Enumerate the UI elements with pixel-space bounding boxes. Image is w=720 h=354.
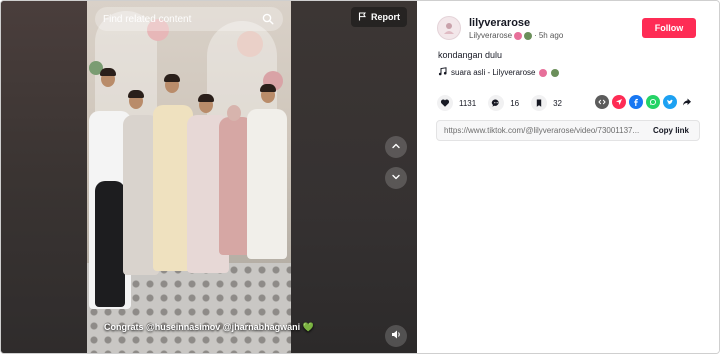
save-button[interactable]: 32	[531, 95, 562, 111]
flag-icon	[358, 12, 367, 23]
person-hair	[164, 74, 180, 82]
person-white-kurta	[247, 109, 287, 259]
video-link-box: https://www.tiktok.com/@lilyverarose/vid…	[436, 120, 700, 141]
person-hair	[260, 84, 276, 92]
music-note-icon	[438, 67, 447, 78]
person-emoji-icon	[524, 31, 533, 40]
previous-video-button[interactable]	[385, 136, 407, 158]
share-arrow-icon[interactable]	[680, 95, 694, 109]
like-count: 1131	[459, 98, 477, 108]
comment-icon[interactable]	[488, 95, 505, 111]
video-player[interactable]: Find related content Report Congrats @hu…	[1, 1, 417, 353]
video-url[interactable]: https://www.tiktok.com/@lilyverarose/vid…	[437, 126, 643, 135]
display-name: Lilyverarose	[469, 31, 513, 40]
person-hair	[198, 94, 214, 102]
send-icon[interactable]	[612, 95, 626, 109]
heart-icon[interactable]	[437, 95, 453, 111]
window-frame: Find related content Report Congrats @hu…	[0, 0, 720, 354]
flower-emoji-icon	[514, 31, 523, 40]
like-button[interactable]: 1131	[437, 95, 476, 111]
post-description: kondangan dulu	[438, 50, 503, 60]
twitter-icon[interactable]	[663, 95, 677, 109]
green-heart-emoji: 💚	[302, 322, 314, 332]
separator-dot: ·	[534, 31, 537, 40]
comment-count: 16	[510, 98, 520, 108]
person-emoji-icon	[551, 68, 560, 77]
person-head	[227, 105, 241, 121]
engagement-actions: 1131 16 32	[437, 95, 574, 111]
chevron-down-icon	[391, 169, 401, 187]
person-dark-trousers	[95, 181, 125, 307]
avatar[interactable]	[437, 16, 461, 40]
volume-button[interactable]	[385, 325, 407, 347]
post-time: 5h ago	[538, 31, 564, 40]
report-label: Report	[371, 12, 400, 22]
embed-icon[interactable]	[595, 95, 609, 109]
follow-button[interactable]: Follow	[642, 18, 696, 38]
flower-emoji-icon	[539, 68, 548, 77]
next-video-button[interactable]	[385, 167, 407, 189]
share-options	[595, 95, 694, 109]
caption-text: Congrats @huseinnasimov @jharnabhagwani	[104, 322, 301, 332]
report-button[interactable]: Report	[351, 7, 407, 27]
whatsapp-icon[interactable]	[646, 95, 660, 109]
person-hair	[100, 68, 116, 76]
speaker-icon	[391, 327, 402, 345]
music-title[interactable]: suara asli - Lilyverarose	[451, 68, 535, 77]
blurred-background-left	[1, 1, 87, 353]
person-hair	[128, 90, 144, 98]
author-subline: Lilyverarose · 5h ago	[469, 31, 563, 40]
chevron-up-icon	[391, 138, 401, 156]
flower-decoration	[237, 31, 263, 57]
bookmark-icon[interactable]	[531, 95, 548, 111]
copy-link-button[interactable]: Copy link	[643, 121, 699, 140]
video-frame[interactable]	[87, 1, 291, 353]
video-details-panel: lilyverarose Lilyverarose · 5h ago Follo…	[417, 1, 719, 353]
search-related-bar[interactable]: Find related content	[95, 7, 283, 31]
comment-button[interactable]: 16	[488, 95, 519, 111]
save-count: 32	[553, 98, 563, 108]
search-placeholder[interactable]: Find related content	[103, 14, 261, 25]
video-caption: Congrats @huseinnasimov @jharnabhagwani …	[104, 322, 314, 333]
search-icon[interactable]	[261, 12, 275, 26]
facebook-icon[interactable]	[629, 95, 643, 109]
music-link[interactable]: suara asli - Lilyverarose	[438, 67, 560, 78]
username-link[interactable]: lilyverarose	[469, 17, 530, 29]
